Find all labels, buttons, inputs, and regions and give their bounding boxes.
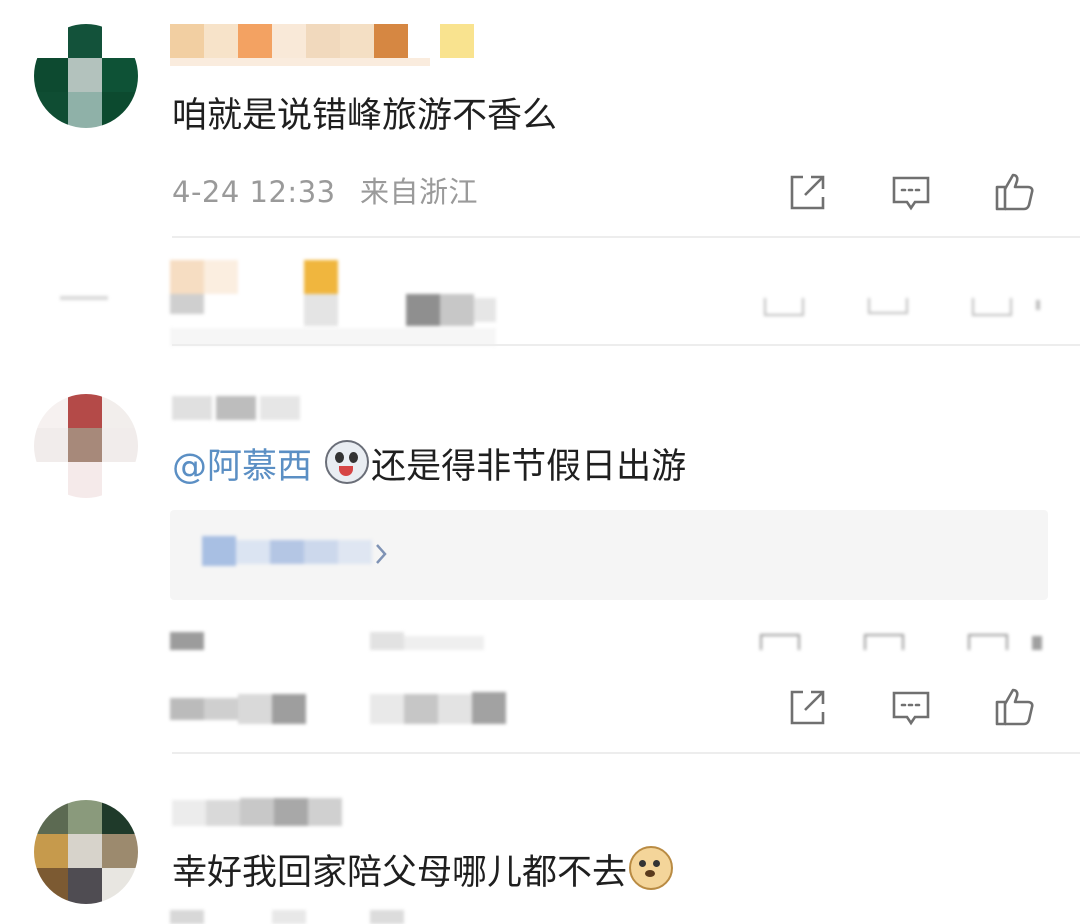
divider [172, 344, 1080, 346]
chevron-right-icon[interactable] [374, 542, 388, 566]
share-icon[interactable] [785, 686, 829, 730]
emoji-icon [325, 440, 370, 484]
replies-link-mosaic[interactable] [202, 536, 402, 572]
blurred-comment-row [34, 258, 1080, 348]
replies-box[interactable] [170, 510, 1048, 600]
comment-text: 幸好我回家陪父母哪儿都不去 [172, 846, 675, 895]
blurred-meta-row [170, 628, 1080, 650]
username-mosaic[interactable] [170, 24, 475, 66]
divider [172, 752, 1080, 754]
avatar[interactable] [34, 394, 138, 498]
like-icon[interactable] [993, 169, 1037, 213]
comment-timestamp: 4-24 12:33 [172, 175, 336, 209]
avatar[interactable] [34, 800, 138, 904]
comment-location: 来自浙江 [360, 175, 479, 209]
comment-icon[interactable] [889, 686, 933, 730]
blurred-meta-row [170, 690, 510, 730]
comment-text: @阿慕西 还是得非节假日出游 [172, 440, 686, 489]
avatar[interactable] [34, 24, 138, 128]
mention-link[interactable]: @阿慕西 [172, 447, 312, 487]
like-icon[interactable] [993, 684, 1037, 728]
doge-emoji-icon [629, 846, 674, 890]
username-mosaic[interactable] [172, 794, 352, 834]
share-icon[interactable] [785, 171, 829, 215]
comment-body: 还是得非节假日出游 [371, 447, 687, 487]
divider [172, 236, 1080, 238]
blurred-meta-row [170, 906, 470, 924]
comment-text: 咱就是说错峰旅游不香么 [172, 96, 558, 136]
username-mosaic[interactable] [172, 390, 312, 430]
comment-body: 幸好我回家陪父母哪儿都不去 [172, 853, 628, 893]
comment-icon[interactable] [889, 171, 933, 215]
